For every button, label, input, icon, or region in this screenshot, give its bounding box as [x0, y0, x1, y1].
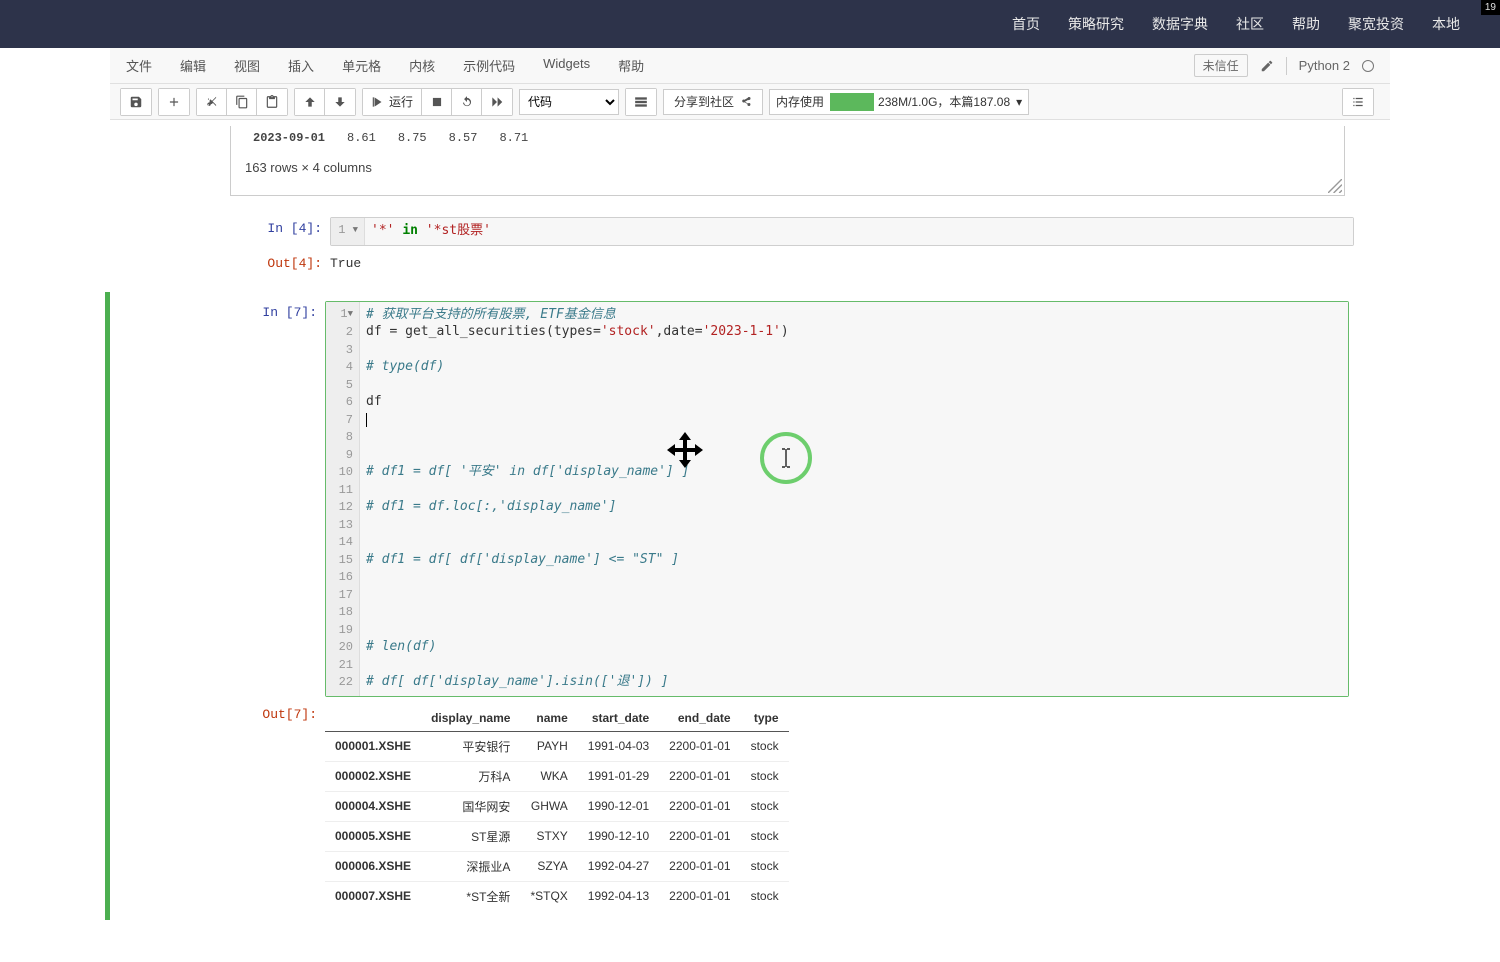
kernel-name[interactable]: Python 2: [1299, 58, 1350, 73]
table-header: end_date: [659, 705, 740, 732]
previous-output-scroll[interactable]: 2023-09-018.618.758.578.71 163 rows × 4 …: [230, 120, 1345, 202]
table-header: name: [520, 705, 577, 732]
interrupt-icon[interactable]: [422, 89, 452, 115]
table-row: 000006.XSHE深振业ASZYA1992-04-272200-01-01s…: [325, 851, 789, 881]
memory-bar: [830, 93, 874, 111]
menu-item[interactable]: 编辑: [180, 56, 206, 75]
menu-items: 文件 编辑 视图 插入 单元格 内核 示例代码 Widgets 帮助: [126, 56, 644, 75]
in-prompt: In [4]:: [230, 217, 330, 246]
menubar: 文件 编辑 视图 插入 单元格 内核 示例代码 Widgets 帮助 未信任 Python 2: [110, 48, 1390, 84]
topnav-link[interactable]: 社区: [1236, 14, 1264, 34]
cut-icon[interactable]: [197, 89, 227, 115]
out-prompt: Out[4]:: [230, 252, 330, 275]
cell-in-7[interactable]: In [7]: 1 ▼23456789101112131415161718192…: [110, 298, 1390, 700]
topnav-menu: 首页 策略研究 数据字典 社区 帮助 聚宽投资 本地: [1012, 14, 1460, 34]
menu-item[interactable]: 帮助: [618, 56, 644, 75]
dataframe-table: display_namenamestart_dateend_datetype 0…: [325, 705, 789, 911]
out-value: True: [330, 252, 1390, 275]
code-editor-main[interactable]: 1 ▼2345678910111213141516171819202122 # …: [325, 301, 1349, 697]
restart-icon[interactable]: [452, 89, 482, 115]
celltype-select[interactable]: 代码: [519, 89, 619, 115]
menu-item[interactable]: 插入: [288, 56, 314, 75]
edit-icon[interactable]: [1260, 59, 1274, 73]
topnav-link[interactable]: 本地: [1432, 14, 1460, 34]
topnav-link[interactable]: 帮助: [1292, 14, 1320, 34]
topnav-link[interactable]: 聚宽投资: [1348, 14, 1404, 34]
menu-item[interactable]: 内核: [409, 56, 435, 75]
table-row: 000007.XSHE*ST全新*STQX1992-04-132200-01-0…: [325, 881, 789, 911]
top-navigation: 首页 策略研究 数据字典 社区 帮助 聚宽投资 本地 19: [0, 0, 1500, 48]
menu-item[interactable]: 视图: [234, 56, 260, 75]
shape-text: 163 rows × 4 columns: [241, 150, 1334, 179]
command-palette-icon[interactable]: [626, 89, 656, 115]
topnav-link[interactable]: 首页: [1012, 14, 1040, 34]
run-button[interactable]: 运行: [363, 89, 422, 115]
copy-icon[interactable]: [227, 89, 257, 115]
out-prompt: Out[7]:: [225, 703, 325, 911]
table-header: display_name: [421, 705, 520, 732]
code-editor[interactable]: 1 ▼ '*' in '*st股票': [330, 217, 1354, 246]
notification-badge[interactable]: 19: [1481, 0, 1500, 15]
menu-item[interactable]: 单元格: [342, 56, 381, 75]
menu-item[interactable]: 文件: [126, 56, 152, 75]
share-button[interactable]: 分享到社区: [663, 89, 763, 115]
notebook-area: 2023-09-018.618.758.578.71 163 rows × 4 …: [110, 120, 1390, 960]
menu-item[interactable]: 示例代码: [463, 56, 515, 75]
paste-icon[interactable]: [257, 89, 287, 115]
kernel-idle-icon: [1362, 60, 1374, 72]
cell-out-4: Out[4]: True: [110, 249, 1390, 278]
in-prompt: In [7]:: [225, 301, 325, 697]
memory-indicator[interactable]: 内存使用 238M/1.0G，本篇187.08 ▾: [769, 89, 1029, 115]
move-up-icon[interactable]: [295, 89, 325, 115]
trust-indicator[interactable]: 未信任: [1194, 54, 1248, 77]
cell-in-4[interactable]: In [4]: 1 ▼ '*' in '*st股票': [110, 214, 1390, 249]
topnav-link[interactable]: 策略研究: [1068, 14, 1124, 34]
move-down-icon[interactable]: [325, 89, 355, 115]
table-row: 000005.XSHEST星源STXY1990-12-102200-01-01s…: [325, 821, 789, 851]
prev-mini-table: 2023-09-018.618.758.578.71: [241, 126, 540, 150]
resize-grip-icon[interactable]: [1328, 179, 1342, 193]
table-row: 000001.XSHE平安银行PAYH1991-04-032200-01-01s…: [325, 731, 789, 761]
table-row: 000004.XSHE国华网安GHWA1990-12-012200-01-01s…: [325, 791, 789, 821]
topnav-link[interactable]: 数据字典: [1152, 14, 1208, 34]
table-row: 000002.XSHE万科AWKA1991-01-292200-01-01sto…: [325, 761, 789, 791]
save-icon[interactable]: [121, 89, 151, 115]
table-header: type: [741, 705, 789, 732]
cell-out-7: Out[7]: display_namenamestart_dateend_da…: [110, 700, 1390, 914]
toc-icon[interactable]: [1343, 89, 1373, 115]
toolbar: 运行 代码 分享到社区 内存使用 238M/1.0G，本篇187.08 ▾: [110, 84, 1390, 120]
run-all-icon[interactable]: [482, 89, 512, 115]
add-cell-icon[interactable]: [159, 89, 189, 115]
menu-item[interactable]: Widgets: [543, 56, 590, 75]
table-header: start_date: [578, 705, 659, 732]
